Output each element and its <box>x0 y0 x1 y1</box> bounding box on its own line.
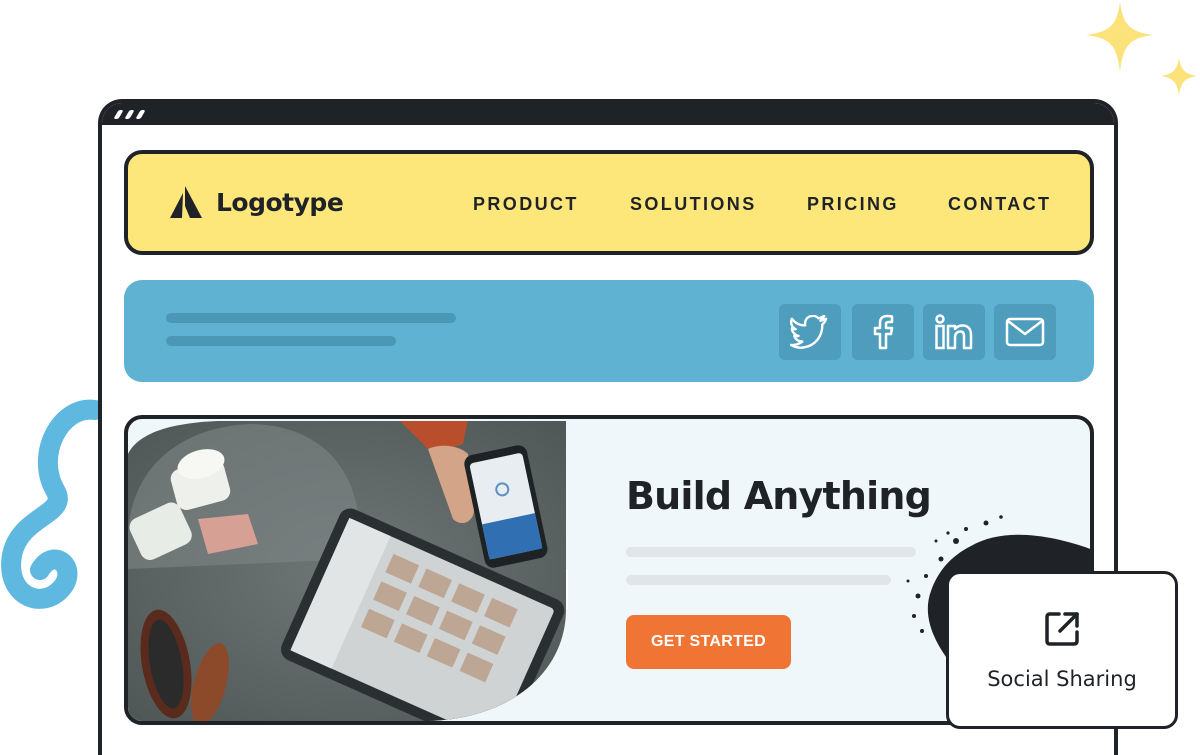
social-sharing-card[interactable]: Social Sharing <box>946 571 1178 729</box>
nav-item-solutions[interactable]: SOLUTIONS <box>630 194 757 215</box>
placeholder-line <box>166 336 396 346</box>
window-control-dot[interactable] <box>135 109 146 119</box>
window-control-dot[interactable] <box>113 109 124 119</box>
triangle-logo-icon <box>170 186 202 218</box>
linkedin-button[interactable] <box>923 304 985 360</box>
window-control-dot[interactable] <box>124 109 135 119</box>
decorative-scribble <box>1 399 105 609</box>
twitter-button[interactable] <box>779 304 841 360</box>
placeholder-line <box>166 313 456 323</box>
nav-item-contact[interactable]: CONTACT <box>948 194 1051 215</box>
external-link-icon <box>1045 612 1079 646</box>
placeholder-line <box>626 547 916 557</box>
twitter-icon <box>790 315 828 349</box>
facebook-icon <box>873 314 894 350</box>
get-started-button[interactable]: GET STARTED <box>626 615 791 669</box>
email-button[interactable] <box>994 304 1056 360</box>
site-navbar: Logotype PRODUCT SOLUTIONS PRICING CONTA… <box>124 150 1094 255</box>
nav-item-pricing[interactable]: PRICING <box>807 194 899 215</box>
logo-text: Logotype <box>216 187 344 217</box>
nav-item-product[interactable]: PRODUCT <box>473 194 579 215</box>
social-sharing-label: Social Sharing <box>987 667 1137 691</box>
mail-icon <box>1005 317 1045 347</box>
window-titlebar <box>102 103 1114 125</box>
placeholder-line <box>626 575 891 585</box>
linkedin-icon <box>935 314 973 350</box>
share-bar <box>124 280 1094 382</box>
facebook-button[interactable] <box>852 304 914 360</box>
hero-title: Build Anything <box>626 474 932 518</box>
site-logo[interactable]: Logotype <box>168 184 344 220</box>
sparkle-icon <box>1086 2 1197 95</box>
hero-photo <box>128 421 568 721</box>
